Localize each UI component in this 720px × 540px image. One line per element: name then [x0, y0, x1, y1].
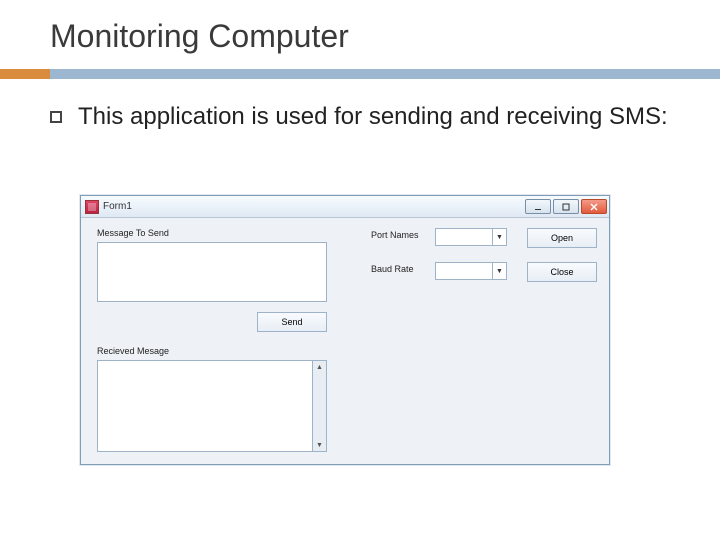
app-icon: [85, 200, 99, 214]
maximize-button[interactable]: [553, 199, 579, 214]
port-names-label: Port Names: [371, 230, 419, 240]
message-to-send-label: Message To Send: [97, 228, 169, 238]
close-icon: [590, 203, 598, 211]
form-body: Message To Send Send Recieved Mesage ▲ ▼…: [81, 218, 609, 464]
chevron-down-icon: ▼: [492, 229, 506, 245]
port-names-value: [436, 229, 492, 245]
baud-rate-value: [436, 263, 492, 279]
window-controls: [525, 199, 607, 214]
received-message-label: Recieved Mesage: [97, 346, 169, 356]
window-title-bar[interactable]: Form1: [81, 196, 609, 218]
minimize-button[interactable]: [525, 199, 551, 214]
title-underline: [0, 69, 720, 79]
received-message-box: ▲ ▼: [97, 360, 327, 452]
received-message-scrollbar[interactable]: ▲ ▼: [312, 361, 326, 451]
send-button[interactable]: Send: [257, 312, 327, 332]
minimize-icon: [534, 203, 542, 211]
baud-rate-dropdown[interactable]: ▼: [435, 262, 507, 280]
message-to-send-input[interactable]: [97, 242, 327, 302]
bullet-item: This application is used for sending and…: [0, 79, 720, 133]
accent-blue-block: [50, 69, 720, 79]
application-window: Form1 Message To Send Send Recieved Mesa…: [80, 195, 610, 465]
title-bar-left: Form1: [85, 200, 525, 214]
scroll-up-icon: ▲: [313, 361, 326, 373]
slide-title: Monitoring Computer: [0, 0, 720, 55]
chevron-down-icon: ▼: [492, 263, 506, 279]
open-button[interactable]: Open: [527, 228, 597, 248]
baud-rate-label: Baud Rate: [371, 264, 414, 274]
maximize-icon: [562, 203, 570, 211]
port-names-dropdown[interactable]: ▼: [435, 228, 507, 246]
scroll-down-icon: ▼: [313, 439, 326, 451]
accent-orange-block: [0, 69, 50, 79]
window-title-text: Form1: [103, 201, 132, 212]
window-close-button[interactable]: [581, 199, 607, 214]
close-port-button[interactable]: Close: [527, 262, 597, 282]
bullet-text: This application is used for sending and…: [78, 101, 668, 133]
bullet-square-icon: [50, 111, 62, 123]
received-message-input[interactable]: [98, 361, 312, 451]
